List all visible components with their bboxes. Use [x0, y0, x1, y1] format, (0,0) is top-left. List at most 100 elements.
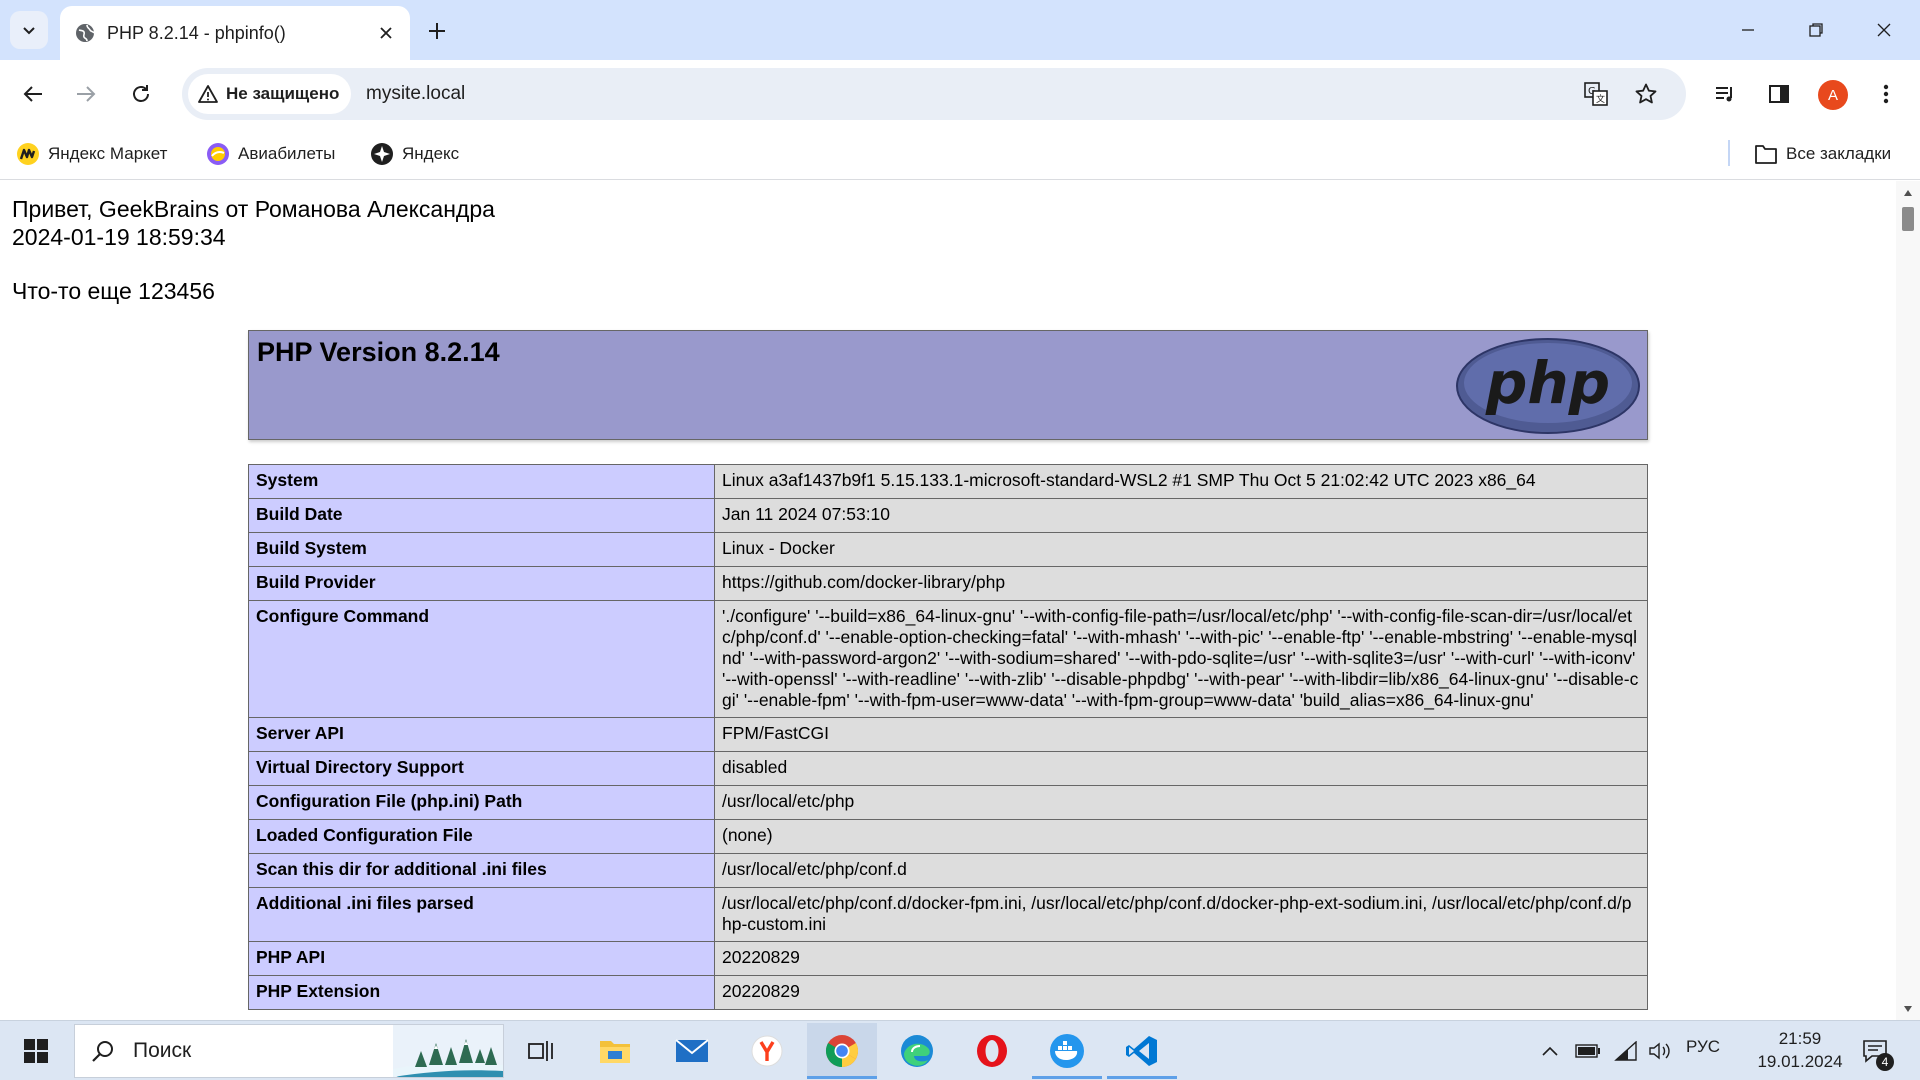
info-row: Build System Linux - Docker: [248, 532, 1648, 567]
yandex-market-icon: [16, 142, 40, 166]
notification-center-button[interactable]: 4: [1855, 1031, 1895, 1071]
extra-text-line: Что-то еще 123456: [12, 278, 215, 304]
taskbar-file-explorer[interactable]: [580, 1023, 650, 1079]
taskbar-edge[interactable]: [882, 1023, 952, 1079]
docker-icon: [1049, 1033, 1085, 1069]
bookmark-yandex-market[interactable]: Яндекс Маркет: [16, 138, 167, 170]
restore-icon: [1808, 22, 1824, 38]
bookmark-star-icon[interactable]: [1630, 78, 1662, 110]
translate-icon[interactable]: G文: [1580, 78, 1612, 110]
info-key: Configure Command: [248, 600, 715, 718]
start-button[interactable]: [10, 1029, 62, 1073]
bookmarks-divider: [1728, 140, 1730, 166]
windows-taskbar: Поиск РУС 21:59 19.01.2024 4: [0, 1020, 1920, 1080]
taskbar-docker[interactable]: [1032, 1023, 1102, 1079]
scroll-up-button[interactable]: [1896, 183, 1920, 203]
browser-toolbar: Не защищено mysite.local G文 A: [0, 60, 1920, 128]
info-key: System: [248, 464, 715, 499]
all-bookmarks-button[interactable]: Все закладки: [1754, 138, 1891, 170]
reload-button[interactable]: [121, 74, 161, 114]
taskbar-yandex-browser[interactable]: [732, 1023, 802, 1079]
info-key: Build System: [248, 532, 715, 567]
taskbar-chrome[interactable]: [807, 1023, 877, 1079]
info-row: Loaded Configuration File (none): [248, 819, 1648, 854]
bookmark-aviabilety[interactable]: Авиабилеты: [206, 138, 335, 170]
page-viewport: Привет, GeekBrains от Романова Александр…: [0, 181, 1896, 1021]
greeting-line: Привет, GeekBrains от Романова Александр…: [12, 196, 495, 222]
clock-date: 19.01.2024: [1757, 1052, 1843, 1071]
bookmark-yandex[interactable]: Яндекс: [370, 138, 459, 170]
battery-status[interactable]: [1572, 1035, 1604, 1067]
minimize-button[interactable]: [1714, 0, 1782, 60]
system-clock[interactable]: 21:59 19.01.2024: [1744, 1027, 1856, 1073]
new-tab-button[interactable]: [420, 14, 454, 48]
minimize-icon: [1740, 22, 1756, 38]
php-logo-text: php: [1485, 349, 1610, 417]
info-value: /usr/local/etc/php/conf.d/docker-fpm.ini…: [714, 887, 1648, 942]
taskbar-vscode[interactable]: [1107, 1023, 1177, 1079]
scroll-down-button[interactable]: [1896, 999, 1920, 1019]
arrow-left-icon: [22, 83, 44, 105]
timestamp-line: 2024-01-19 18:59:34: [12, 224, 226, 250]
tab-close-button[interactable]: [370, 17, 402, 49]
php-info-table: System Linux a3af1437b9f1 5.15.133.1-micr…: [248, 464, 1648, 1010]
warning-icon: [198, 84, 218, 104]
scrollbar-thumb[interactable]: [1902, 207, 1914, 231]
media-control-button[interactable]: [1705, 74, 1745, 114]
browser-menu-button[interactable]: [1866, 74, 1906, 114]
plus-icon: [428, 22, 446, 40]
info-key: Scan this dir for additional .ini files: [248, 853, 715, 888]
arrow-right-icon: [75, 83, 97, 105]
mail-icon: [675, 1038, 709, 1064]
info-value: 20220829: [714, 975, 1648, 1010]
info-value: 20220829: [714, 941, 1648, 976]
info-key: Configuration File (php.ini) Path: [248, 785, 715, 820]
close-icon: [1876, 22, 1892, 38]
address-bar[interactable]: Не защищено mysite.local G文: [182, 68, 1686, 120]
info-value: /usr/local/etc/php/conf.d: [714, 853, 1648, 888]
bookmark-label: Авиабилеты: [238, 144, 336, 163]
info-key: Server API: [248, 717, 715, 752]
url-text[interactable]: mysite.local: [366, 83, 465, 105]
side-panel-button[interactable]: [1759, 74, 1799, 114]
php-logo[interactable]: php: [1455, 337, 1641, 440]
battery-icon: [1575, 1044, 1601, 1058]
close-window-button[interactable]: [1850, 0, 1918, 60]
page-scrollbar[interactable]: [1896, 181, 1920, 1021]
yandex-browser-icon: [751, 1035, 783, 1067]
task-view-button[interactable]: [506, 1023, 576, 1079]
info-row: Scan this dir for additional .ini files /…: [248, 853, 1648, 888]
taskbar-mail[interactable]: [657, 1023, 727, 1079]
taskbar-search-box[interactable]: Поиск: [74, 1024, 504, 1078]
browser-tab[interactable]: PHP 8.2.14 - phpinfo(): [60, 6, 410, 60]
restore-button[interactable]: [1782, 0, 1850, 60]
info-key: Additional .ini files parsed: [248, 887, 715, 942]
clock-time: 21:59: [1778, 1029, 1822, 1048]
info-value: FPM/FastCGI: [714, 717, 1648, 752]
taskbar-opera[interactable]: [957, 1023, 1027, 1079]
security-label: Не защищено: [226, 84, 340, 103]
forward-button[interactable]: [66, 74, 106, 114]
info-row: Virtual Directory Support disabled: [248, 751, 1648, 786]
task-view-icon: [528, 1039, 554, 1063]
bookmark-label: Яндекс Маркет: [48, 144, 168, 163]
search-highlight-illustration: [393, 1025, 503, 1077]
show-hidden-icons-button[interactable]: [1534, 1035, 1566, 1067]
svg-text:文: 文: [1596, 93, 1605, 105]
opera-icon: [975, 1034, 1009, 1068]
security-indicator[interactable]: Не защищено: [188, 74, 352, 114]
info-key: Build Date: [248, 498, 715, 533]
info-key: Loaded Configuration File: [248, 819, 715, 854]
back-button[interactable]: [13, 74, 53, 114]
volume-control[interactable]: [1644, 1035, 1676, 1067]
aviabilety-icon: [206, 142, 230, 166]
info-value: (none): [714, 819, 1648, 854]
greeting-block: Привет, GeekBrains от Романова Александр…: [12, 195, 495, 251]
info-row: Configuration File (php.ini) Path/usr/lo…: [248, 785, 1648, 820]
profile-avatar[interactable]: A: [1818, 80, 1848, 110]
edge-icon: [900, 1034, 934, 1068]
more-vertical-icon: [1883, 83, 1889, 105]
tab-search-button[interactable]: [10, 11, 48, 49]
input-language-indicator[interactable]: РУС: [1686, 1037, 1720, 1057]
network-status[interactable]: [1610, 1035, 1642, 1067]
